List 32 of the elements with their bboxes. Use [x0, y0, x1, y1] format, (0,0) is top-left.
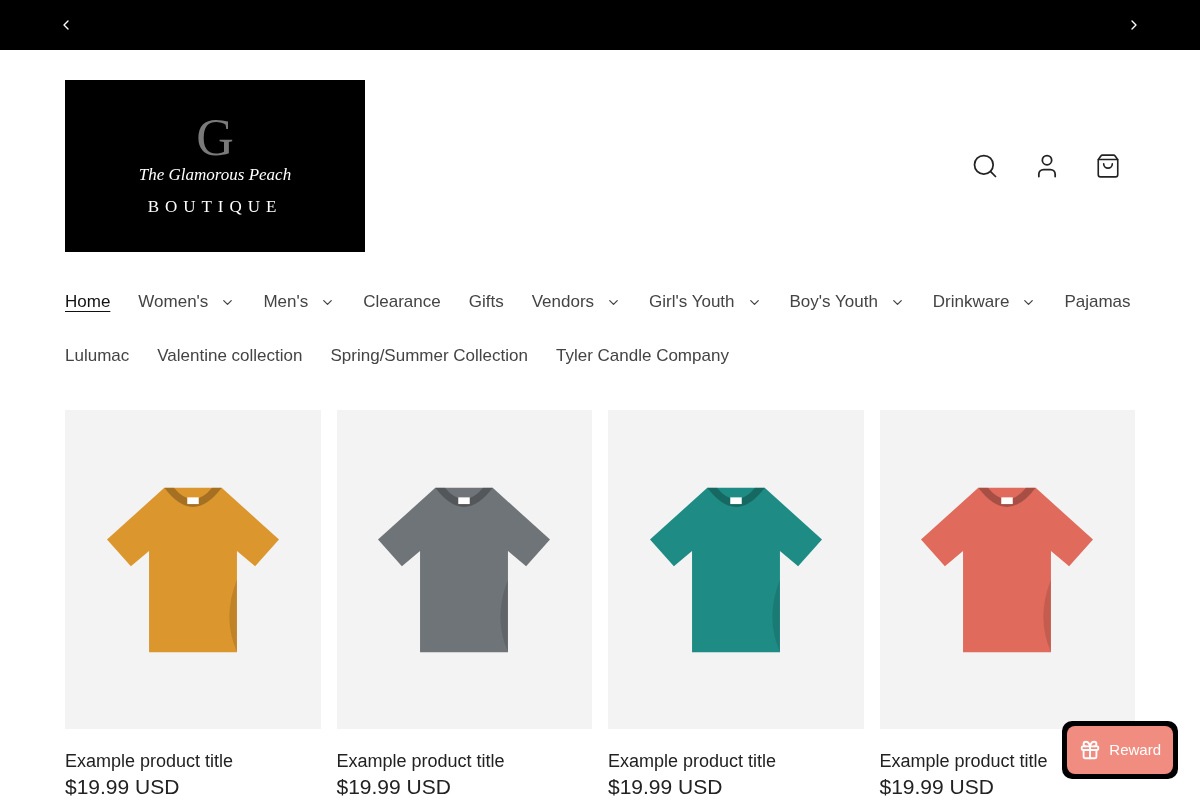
product-title[interactable]: Example product title [879, 749, 1048, 773]
product-title[interactable]: Example product title [608, 749, 777, 773]
product-price: $19.99 USD [65, 774, 181, 800]
product-image[interactable] [879, 410, 1135, 729]
logo-script: The Glamorous Peach [138, 164, 292, 187]
nav-link[interactable]: Home [65, 288, 111, 316]
nav-link[interactable]: Girl's Youth [649, 288, 762, 316]
gift-icon [1079, 739, 1102, 761]
nav-link[interactable]: Clearance [363, 288, 441, 316]
product-image[interactable] [336, 410, 592, 729]
nav-link[interactable]: Pajamas [1064, 288, 1131, 316]
product-price: $19.99 USD [879, 774, 995, 800]
logo-wordmark: BOUTIQUE [147, 196, 283, 219]
nav-link[interactable]: Boy's Youth [789, 288, 905, 316]
product-image[interactable] [608, 410, 864, 729]
nav-link[interactable]: Lulumac [65, 342, 130, 370]
product-title[interactable]: Example product title [336, 749, 505, 773]
logo-monogram: G [196, 112, 234, 165]
nav-link[interactable]: Valentine collection [157, 342, 303, 370]
product-title[interactable]: Example product title [65, 749, 234, 773]
boutique-logo[interactable]: G The Glamorous Peach BOUTIQUE [65, 80, 365, 252]
nav-link[interactable]: Drinkware [932, 288, 1037, 316]
nav-link[interactable]: Vendors [531, 288, 622, 316]
search-icon [971, 152, 999, 180]
nav-link[interactable]: Men's [263, 288, 336, 316]
product-price: $19.99 USD [336, 774, 452, 800]
nav-link[interactable]: Women's [138, 288, 236, 316]
product-price: $19.99 USD [608, 774, 724, 800]
nav-link[interactable]: Tyler Candle Company [555, 342, 729, 370]
nav-link[interactable]: Spring/Summer Collection [330, 342, 528, 370]
nav-link[interactable]: Gifts [468, 288, 504, 316]
bag-icon [1095, 153, 1121, 179]
